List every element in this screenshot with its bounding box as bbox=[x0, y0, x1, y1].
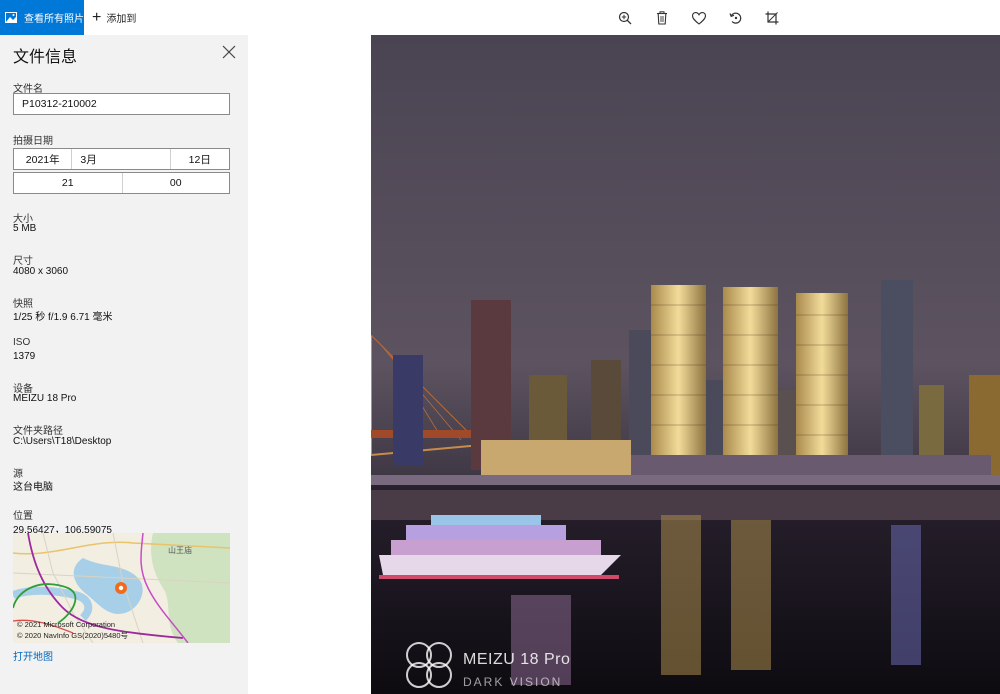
day-select[interactable]: 12日 bbox=[171, 149, 229, 169]
minute-value: 00 bbox=[169, 177, 182, 189]
favorite-icon bbox=[692, 11, 706, 25]
panel-title: 文件信息 bbox=[13, 49, 78, 66]
photos-icon bbox=[5, 12, 17, 23]
hour-value: 21 bbox=[61, 177, 74, 189]
snapshot-value: 1/25 秒 f/1.9 6.71 毫米 bbox=[13, 312, 113, 323]
file-name-value: P10312-210002 bbox=[22, 98, 97, 110]
crop-button[interactable] bbox=[763, 9, 781, 27]
open-map-link[interactable]: 打开地图 bbox=[13, 648, 53, 663]
map-place-label: 山王庙 bbox=[168, 546, 192, 555]
map-copyright-2: © 2020 NavInfo GS(2020)5480号 bbox=[17, 631, 129, 640]
year-value: 2021年 bbox=[25, 153, 60, 166]
file-info-panel: 文件信息 文件名 P10312-210002 拍摄日期 2021年 3月 12日… bbox=[0, 35, 248, 694]
iso-value: 1379 bbox=[13, 351, 36, 362]
view-all-photos-label: 查看所有照片 bbox=[24, 14, 84, 25]
night-city-photo bbox=[371, 35, 1000, 694]
source-value: 这台电脑 bbox=[13, 482, 53, 493]
month-select[interactable]: 3月 bbox=[72, 149, 169, 169]
photo-image[interactable]: MEIZU 18 Pro DARK VISION bbox=[371, 35, 1000, 694]
date-picker[interactable]: 2021年 3月 12日 bbox=[13, 148, 230, 170]
dimensions-label: 尺寸 bbox=[13, 256, 33, 267]
close-icon bbox=[222, 45, 236, 59]
location-label: 位置 bbox=[13, 511, 33, 522]
iso-label: ISO bbox=[13, 337, 31, 348]
add-to-label: 添加到 bbox=[106, 14, 137, 25]
crop-icon bbox=[765, 11, 779, 25]
device-value: MEIZU 18 Pro bbox=[13, 393, 77, 404]
close-panel-button[interactable] bbox=[222, 45, 238, 61]
watermark-subtitle: DARK VISION bbox=[463, 675, 563, 689]
folder-path-label: 文件夹路径 bbox=[13, 426, 63, 437]
logo-icon bbox=[406, 642, 452, 688]
dimensions-value: 4080 x 3060 bbox=[13, 266, 69, 277]
delete-button[interactable] bbox=[653, 9, 671, 27]
minute-select[interactable]: 00 bbox=[123, 173, 230, 193]
zoom-in-icon bbox=[618, 11, 632, 25]
map-copyright-1: © 2021 Microsoft Corporation bbox=[17, 620, 116, 629]
photo-viewer: MEIZU 18 Pro DARK VISION bbox=[248, 35, 1000, 694]
time-picker[interactable]: 21 00 bbox=[13, 172, 230, 194]
zoom-in-button[interactable] bbox=[616, 9, 634, 27]
add-to-button[interactable]: + 添加到 bbox=[92, 0, 136, 35]
year-select[interactable]: 2021年 bbox=[14, 149, 71, 169]
file-name-field[interactable]: P10312-210002 bbox=[13, 93, 230, 115]
rotate-button[interactable] bbox=[727, 9, 745, 27]
meizu-logo bbox=[403, 639, 455, 691]
location-map[interactable]: 山王庙 © 2021 Microsoft Corporation © 2020 … bbox=[13, 533, 230, 643]
date-taken-label: 拍摄日期 bbox=[13, 136, 53, 147]
view-all-photos-button[interactable]: 查看所有照片 bbox=[0, 0, 84, 35]
folder-path-value: C:\Users\T18\Desktop bbox=[13, 436, 112, 447]
rotate-icon bbox=[729, 12, 742, 24]
favorite-button[interactable] bbox=[690, 9, 708, 27]
top-toolbar: 查看所有照片 + 添加到 bbox=[0, 0, 1000, 35]
watermark-title: MEIZU 18 Pro bbox=[463, 651, 571, 668]
hour-select[interactable]: 21 bbox=[14, 173, 122, 193]
plus-icon: + bbox=[92, 8, 102, 26]
day-value: 12日 bbox=[188, 153, 211, 166]
size-value: 5 MB bbox=[13, 223, 37, 234]
delete-icon bbox=[657, 11, 667, 25]
month-value: 3月 bbox=[80, 153, 97, 166]
